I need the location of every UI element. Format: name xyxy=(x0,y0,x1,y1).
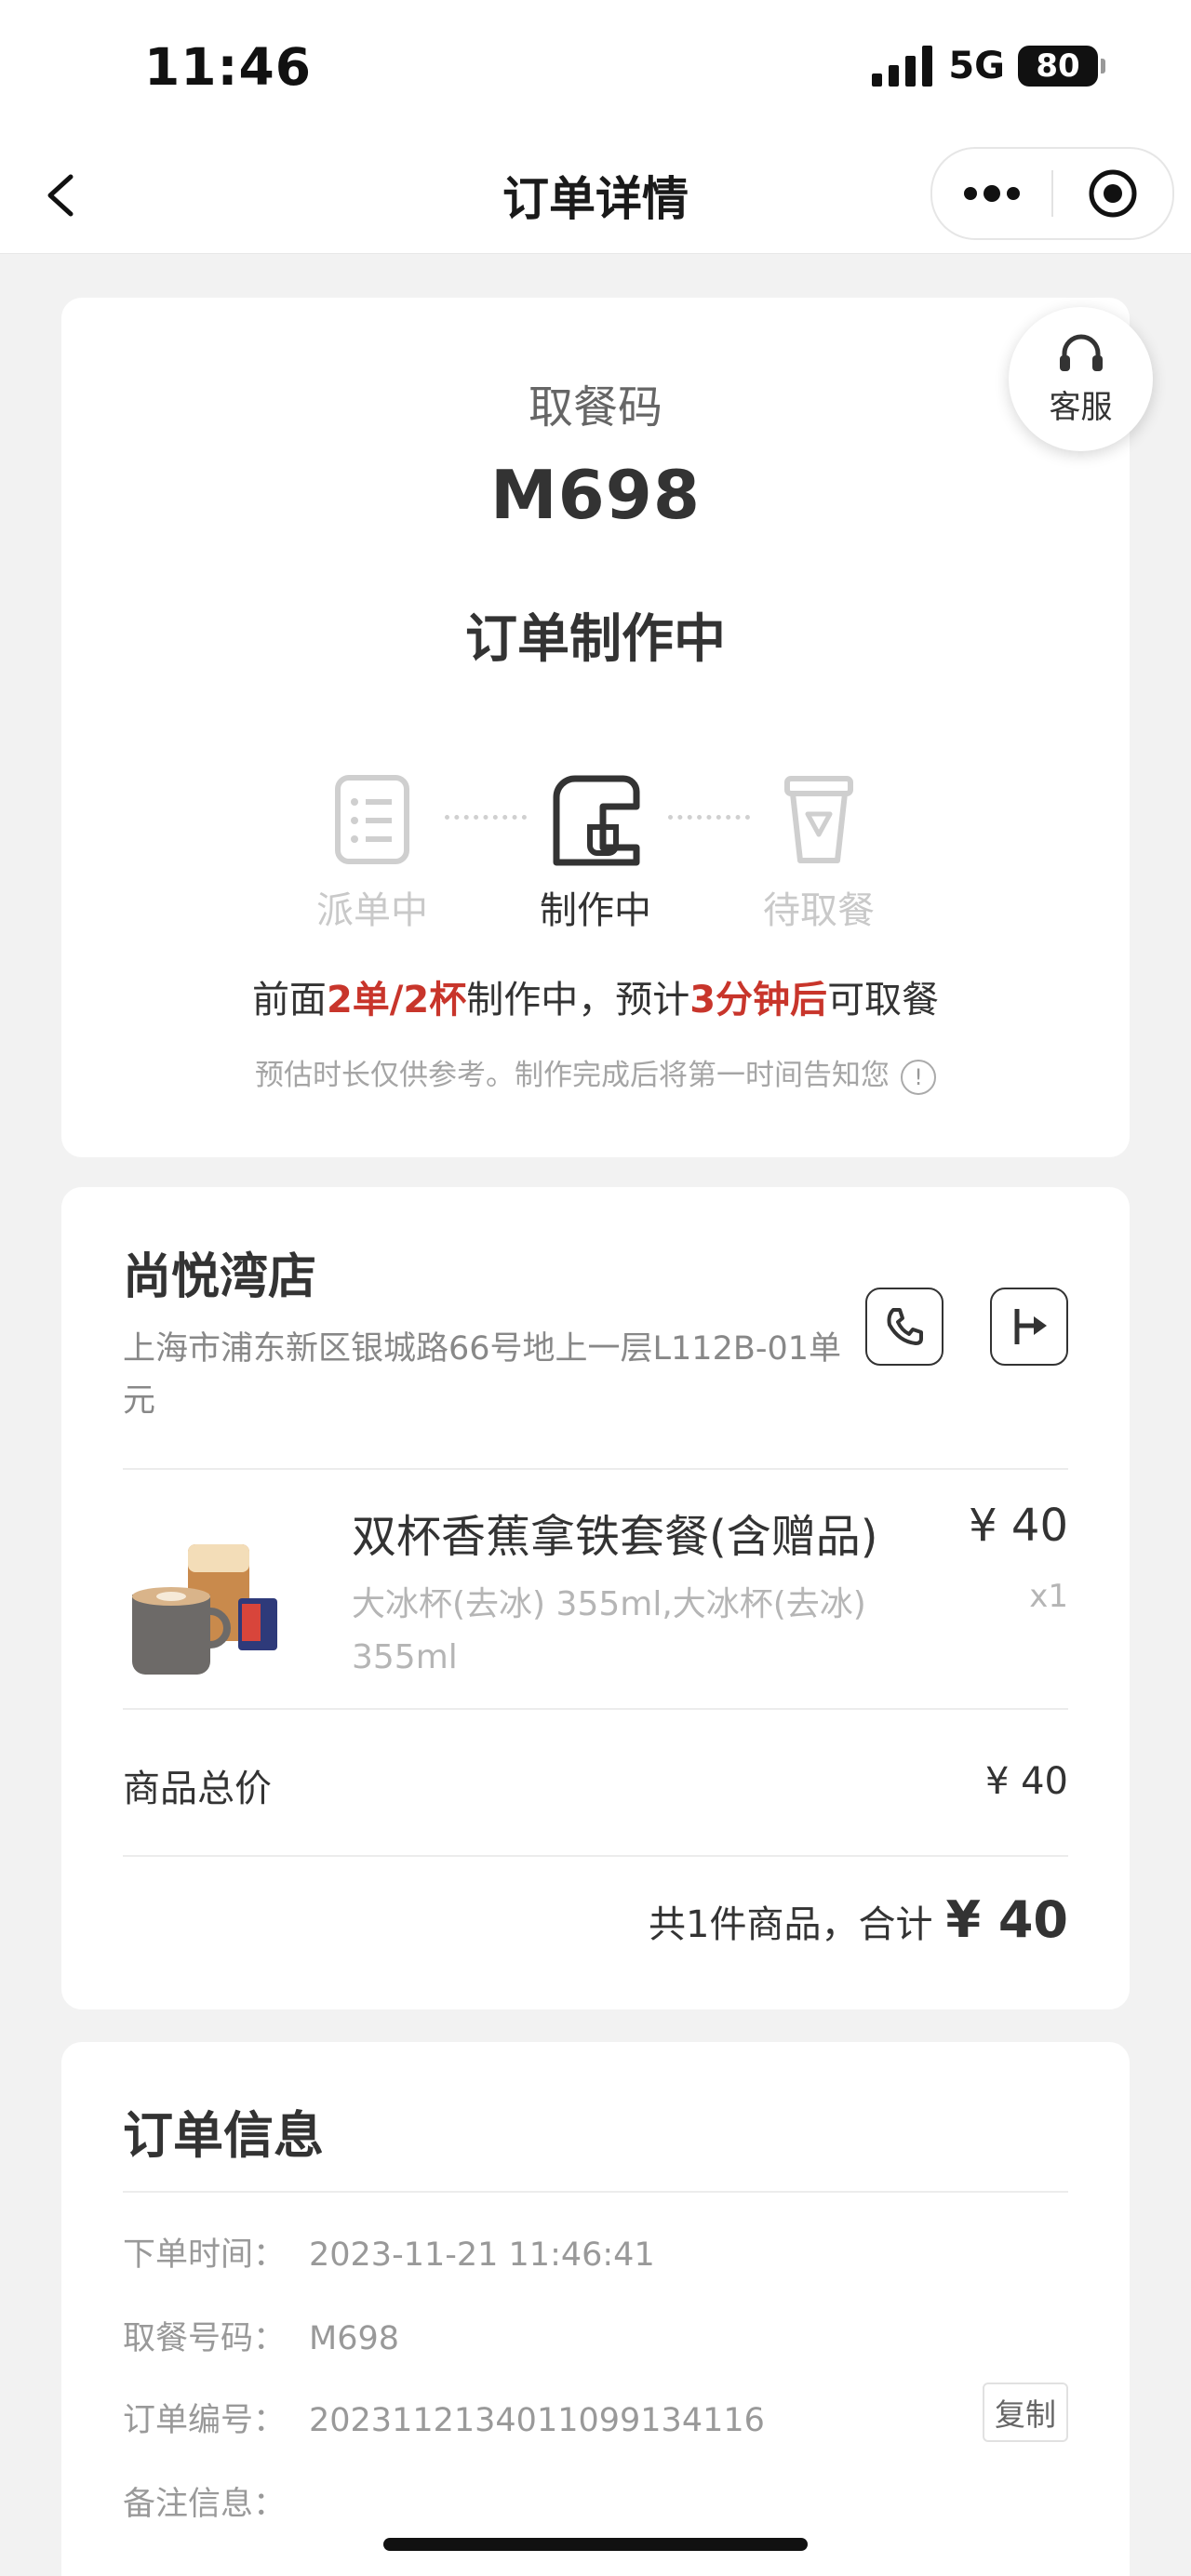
product-name: 双杯香蕉拿铁套餐(含赠品) xyxy=(352,1511,878,1563)
order-summary: 共1件商品，合计 ¥ 40 xyxy=(649,1890,1068,1949)
status-indicators: 5G 80 xyxy=(872,45,1105,87)
estimate-note-text: 预估时长仅供参考。制作完成后将第一时间告知您 xyxy=(255,1059,890,1092)
info-icon[interactable]: ! xyxy=(901,1059,936,1095)
queue-orders: 2单/2杯 xyxy=(326,979,467,1021)
queue-suffix: 可取餐 xyxy=(827,979,940,1021)
more-button[interactable] xyxy=(932,149,1051,238)
store-address: 上海市浦东新区银城路66号地上一层L112B-01单元 xyxy=(123,1330,842,1420)
mini-program-capsule xyxy=(930,147,1174,240)
call-store-button[interactable] xyxy=(865,1288,943,1366)
direction-icon xyxy=(1014,1309,1047,1344)
queue-middle: 制作中，预计 xyxy=(466,979,690,1021)
order-status: 订单制作中 xyxy=(465,609,726,670)
step-label: 待取餐 xyxy=(763,889,875,932)
order-info-title: 订单信息 xyxy=(123,2106,324,2165)
nav-bar: 订单详情 xyxy=(0,140,1191,254)
status-time: 11:46 xyxy=(144,37,313,97)
summary-text: 共1件商品，合计 xyxy=(649,1903,933,1946)
network-type: 5G xyxy=(948,45,1005,87)
battery-icon: 80 xyxy=(1018,46,1105,87)
latte-set-image xyxy=(132,1544,277,1675)
target-circle-icon xyxy=(1089,169,1137,218)
signal-icon xyxy=(872,46,933,87)
phone-icon xyxy=(887,1308,923,1345)
step-ready: 待取餐 xyxy=(716,768,921,934)
step-dispatching: 派单中 xyxy=(270,768,475,934)
pickup-code: M698 xyxy=(490,456,701,534)
product-image[interactable] xyxy=(123,1513,300,1689)
customer-service-label: 客服 xyxy=(1049,389,1113,426)
order-list-icon xyxy=(335,775,409,864)
product-spec: 大冰杯(去冰) 355ml,大冰杯(去冰) 355ml xyxy=(352,1585,866,1676)
order-info-card: 订单信息 下单时间： 2023-11-21 11:46:41 取餐号码： M698 … xyxy=(61,2042,1130,2576)
pickup-card: 取餐码 M698 订单制作中 派单中 制作中 待取餐 前面2单/2杯制作中，预计… xyxy=(61,298,1130,1157)
coffee-machine-icon xyxy=(553,775,640,866)
status-bar: 11:46 5G 80 xyxy=(0,0,1191,140)
summary-amount: ¥ 40 xyxy=(945,1890,1068,1949)
divider xyxy=(123,1468,1068,1470)
row-value: 2023-11-21 11:46:41 xyxy=(309,2236,655,2274)
row-key: 取餐号码： xyxy=(123,2320,287,2357)
headset-icon xyxy=(1059,334,1103,371)
divider xyxy=(123,2191,1068,2193)
queue-eta: 3分钟后 xyxy=(689,979,828,1021)
store-name: 尚悦湾店 xyxy=(123,1249,317,1305)
product-price: ¥ 40 xyxy=(969,1500,1068,1552)
more-dots-icon xyxy=(964,185,1020,202)
divider xyxy=(123,1708,1068,1710)
estimate-note: 预估时长仅供参考。制作完成后将第一时间告知您! xyxy=(61,1051,1130,1095)
order-time-row: 下单时间： 2023-11-21 11:46:41 xyxy=(123,2228,655,2276)
customer-service-button[interactable]: 客服 xyxy=(1009,307,1153,451)
copy-order-number-button[interactable]: 复制 xyxy=(983,2382,1068,2442)
home-indicator[interactable] xyxy=(383,2538,808,2551)
subtotal-label: 商品总价 xyxy=(123,1768,272,1810)
pickup-number-row: 取餐号码： M698 xyxy=(123,2312,399,2359)
store-card: 尚悦湾店 上海市浦东新区银城路66号地上一层L112B-01单元 双杯香蕉拿铁套… xyxy=(61,1187,1130,2009)
queue-prefix: 前面 xyxy=(251,979,327,1021)
step-label: 派单中 xyxy=(316,889,428,932)
row-key: 下单时间： xyxy=(123,2236,287,2274)
product-quantity: x1 xyxy=(1029,1578,1068,1615)
row-value: M698 xyxy=(309,2320,400,2357)
pickup-code-label: 取餐码 xyxy=(528,381,662,434)
order-number-row: 订单编号： 2023112134011099134116 xyxy=(123,2394,765,2441)
close-miniprogram-button[interactable] xyxy=(1053,149,1172,238)
divider xyxy=(123,1855,1068,1857)
remarks-row: 备注信息： xyxy=(123,2477,309,2525)
queue-info: 前面2单/2杯制作中，预计3分钟后可取餐 xyxy=(61,969,1130,1023)
step-making: 制作中 xyxy=(493,768,698,934)
row-key: 备注信息： xyxy=(123,2486,287,2523)
row-value: 2023112134011099134116 xyxy=(309,2402,765,2439)
cup-icon xyxy=(784,776,853,863)
subtotal-value: ¥ 40 xyxy=(984,1760,1068,1803)
row-key: 订单编号： xyxy=(123,2402,287,2439)
step-label: 制作中 xyxy=(540,889,651,932)
navigate-button[interactable] xyxy=(990,1288,1068,1366)
